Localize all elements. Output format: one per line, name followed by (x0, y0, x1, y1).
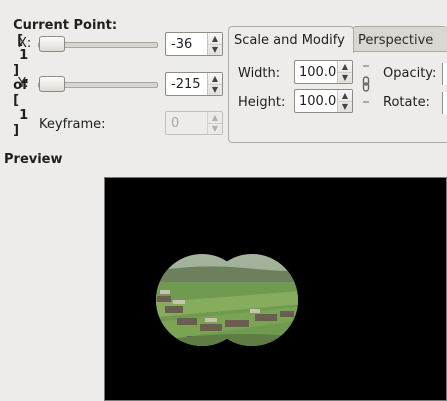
opacity-label: Opacity: (383, 66, 437, 81)
bracket-open-total: [ (13, 93, 20, 108)
preview-heading: Preview (4, 152, 63, 167)
x-slider[interactable] (38, 35, 158, 55)
keyframe-value: 0 (171, 116, 180, 131)
opacity-spinbox-edge[interactable] (442, 63, 447, 85)
keyframe-decrement-icon: ▼ (211, 124, 219, 133)
height-spin-buttons: ▲ ▼ (337, 90, 352, 112)
chain-link-icon[interactable] (360, 64, 372, 108)
keyframe-spinbox: 0 ▲ ▼ (165, 111, 223, 135)
y-slider-handle[interactable] (39, 76, 65, 92)
width-label: Width: (238, 66, 281, 81)
y-decrement-icon[interactable]: ▼ (208, 84, 222, 95)
height-decrement-icon[interactable]: ▼ (338, 101, 352, 112)
tab-perspective-label: Perspective (358, 33, 434, 48)
rotate-spinbox-edge[interactable] (442, 92, 447, 114)
y-spinbox[interactable]: -215 ▲ ▼ (165, 72, 223, 96)
width-spin-buttons: ▲ ▼ (337, 61, 352, 83)
rotate-label: Rotate: (383, 95, 430, 110)
x-label: X: (18, 36, 32, 51)
height-spinbox[interactable]: 100.0 ▲ ▼ (294, 89, 353, 113)
x-value[interactable]: -36 (171, 37, 192, 52)
height-value[interactable]: 100.0 (299, 94, 336, 109)
tab-scale-and-modify[interactable]: Scale and Modify (228, 26, 354, 53)
keyframe-label: Keyframe: (39, 117, 106, 132)
x-spinbox[interactable]: -36 ▲ ▼ (165, 32, 223, 56)
tab-scale-label: Scale and Modify (234, 33, 345, 48)
tab-perspective[interactable]: Perspective (352, 26, 447, 52)
x-decrement-icon[interactable]: ▼ (208, 44, 222, 55)
height-label: Height: (238, 95, 286, 110)
width-spinbox[interactable]: 100.0 ▲ ▼ (294, 60, 353, 84)
bracket-close-total: ] (13, 123, 20, 138)
current-point-label: Current Point: (13, 18, 118, 33)
y-slider[interactable] (38, 75, 158, 95)
x-spin-buttons: ▲ ▼ (207, 33, 222, 55)
keyframe-spin-buttons: ▲ ▼ (207, 112, 222, 134)
y-label: Y: (18, 76, 29, 91)
y-value[interactable]: -215 (171, 77, 201, 92)
binocular-preview-image (156, 254, 298, 346)
x-slider-handle[interactable] (39, 36, 65, 52)
width-decrement-icon[interactable]: ▼ (338, 72, 352, 83)
total-points: 1 (19, 108, 29, 123)
preview-canvas[interactable] (104, 177, 447, 401)
y-spin-buttons: ▲ ▼ (207, 73, 222, 95)
width-value[interactable]: 100.0 (299, 65, 336, 80)
